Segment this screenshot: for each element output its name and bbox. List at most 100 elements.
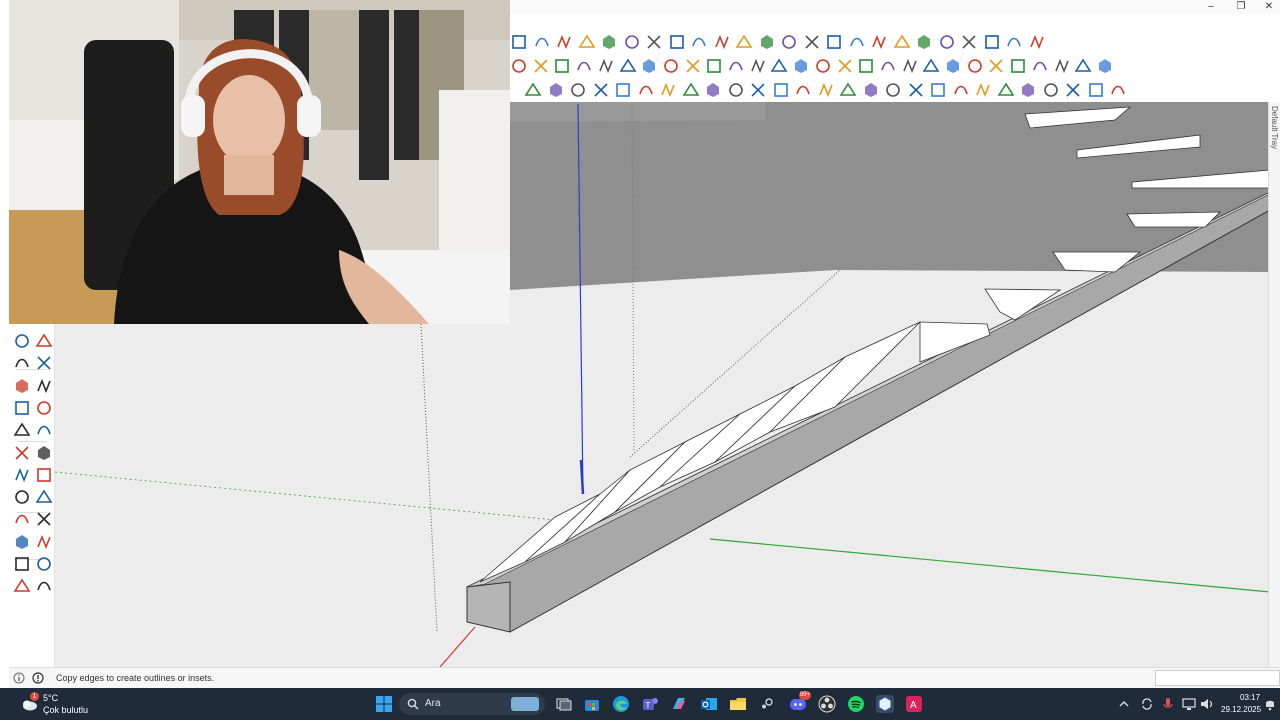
pan-icon[interactable]	[13, 354, 31, 372]
layers-icon[interactable]	[13, 577, 31, 595]
standard-toolbar-tool-icon[interactable]	[938, 33, 956, 51]
sketchup-icon[interactable]	[876, 695, 894, 713]
drawing-toolbar-tool-icon[interactable]	[1009, 57, 1027, 75]
edit-toolbar-tool-icon[interactable]	[592, 81, 610, 99]
scenes-icon[interactable]	[35, 577, 53, 595]
steam-icon[interactable]	[758, 695, 776, 713]
edit-toolbar-tool-icon[interactable]	[547, 81, 565, 99]
standard-toolbar-tool-icon[interactable]	[600, 33, 618, 51]
drawing-toolbar-tool-icon[interactable]	[1031, 57, 1049, 75]
drawing-toolbar-tool-icon[interactable]	[792, 57, 810, 75]
select-rectangle-icon[interactable]	[13, 332, 31, 350]
drawing-toolbar-tool-icon[interactable]	[553, 57, 571, 75]
app-icon[interactable]: A	[905, 695, 923, 713]
edit-toolbar-tool-icon[interactable]	[569, 81, 587, 99]
edit-toolbar-tool-icon[interactable]	[727, 81, 745, 99]
standard-toolbar-tool-icon[interactable]	[735, 33, 753, 51]
standard-toolbar-tool-icon[interactable]	[645, 33, 663, 51]
drawing-toolbar-tool-icon[interactable]	[662, 57, 680, 75]
drawing-toolbar-tool-icon[interactable]	[684, 57, 702, 75]
minimize-icon[interactable]: –	[1196, 0, 1226, 14]
standard-toolbar-tool-icon[interactable]	[578, 33, 596, 51]
standard-toolbar-tool-icon[interactable]	[803, 33, 821, 51]
rotate-icon[interactable]	[35, 444, 53, 462]
standard-toolbar-tool-icon[interactable]	[668, 33, 686, 51]
standard-toolbar-tool-icon[interactable]	[713, 33, 731, 51]
standard-toolbar-tool-icon[interactable]	[870, 33, 888, 51]
copilot-icon[interactable]	[670, 695, 688, 713]
edit-toolbar-tool-icon[interactable]	[614, 81, 632, 99]
standard-toolbar-tool-icon[interactable]	[893, 33, 911, 51]
start-icon[interactable]	[375, 695, 393, 713]
drawing-toolbar-tool-icon[interactable]	[749, 57, 767, 75]
edit-toolbar-tool-icon[interactable]	[884, 81, 902, 99]
zoom-icon[interactable]	[13, 466, 31, 484]
drawing-toolbar-tool-icon[interactable]	[640, 57, 658, 75]
drawing-toolbar-tool-icon[interactable]	[966, 57, 984, 75]
chevron-up-icon[interactable]	[1118, 698, 1130, 710]
teams-icon[interactable]: T	[641, 695, 659, 713]
drawing-toolbar-tool-icon[interactable]	[901, 57, 919, 75]
edit-toolbar-tool-icon[interactable]	[704, 81, 722, 99]
edge-icon[interactable]	[612, 695, 630, 713]
drawing-toolbar-tool-icon[interactable]	[814, 57, 832, 75]
edit-toolbar-tool-icon[interactable]	[772, 81, 790, 99]
edit-toolbar-tool-icon[interactable]	[794, 81, 812, 99]
standard-toolbar-tool-icon[interactable]	[915, 33, 933, 51]
move-icon[interactable]	[13, 444, 31, 462]
edit-toolbar-tool-icon[interactable]	[1087, 81, 1105, 99]
drawing-toolbar-tool-icon[interactable]	[705, 57, 723, 75]
edit-toolbar-tool-icon[interactable]	[817, 81, 835, 99]
drawing-toolbar-tool-icon[interactable]	[510, 57, 528, 75]
paint-icon[interactable]	[13, 377, 31, 395]
drawing-toolbar-tool-icon[interactable]	[1053, 57, 1071, 75]
standard-toolbar-tool-icon[interactable]	[825, 33, 843, 51]
drawing-toolbar-tool-icon[interactable]	[1096, 57, 1114, 75]
network-icon[interactable]	[1182, 697, 1196, 711]
edit-toolbar-tool-icon[interactable]	[1109, 81, 1127, 99]
styles-icon[interactable]	[35, 555, 53, 573]
info-icon[interactable]	[13, 672, 25, 684]
edit-toolbar-tool-icon[interactable]	[929, 81, 947, 99]
obs-icon[interactable]	[818, 695, 836, 713]
drawing-toolbar-tool-icon[interactable]	[922, 57, 940, 75]
edit-toolbar-tool-icon[interactable]	[907, 81, 925, 99]
edit-toolbar-tool-icon[interactable]	[862, 81, 880, 99]
close-icon[interactable]: ✕	[1254, 0, 1280, 14]
standard-toolbar-tool-icon[interactable]	[960, 33, 978, 51]
measurements-box[interactable]	[1155, 670, 1280, 686]
drawing-toolbar-tool-icon[interactable]	[879, 57, 897, 75]
standard-toolbar-tool-icon[interactable]	[983, 33, 1001, 51]
edit-toolbar-tool-icon[interactable]	[997, 81, 1015, 99]
edit-toolbar-tool-icon[interactable]	[1064, 81, 1082, 99]
maximize-icon[interactable]: ❐	[1226, 0, 1256, 14]
drawing-toolbar-tool-icon[interactable]	[987, 57, 1005, 75]
standard-toolbar-tool-icon[interactable]	[758, 33, 776, 51]
orbit-icon[interactable]	[13, 421, 31, 439]
line-icon[interactable]	[13, 399, 31, 417]
drawing-toolbar-tool-icon[interactable]	[770, 57, 788, 75]
edit-toolbar-tool-icon[interactable]	[1019, 81, 1037, 99]
drawing-toolbar-tool-icon[interactable]	[944, 57, 962, 75]
task-view-icon[interactable]	[555, 695, 573, 713]
edit-toolbar-tool-icon[interactable]	[749, 81, 767, 99]
drawing-toolbar-tool-icon[interactable]	[727, 57, 745, 75]
standard-toolbar-tool-icon[interactable]	[848, 33, 866, 51]
eraser-icon[interactable]	[35, 377, 53, 395]
standard-toolbar-tool-icon[interactable]	[780, 33, 798, 51]
spotify-icon[interactable]	[847, 695, 865, 713]
walk-icon[interactable]	[13, 510, 31, 528]
text-icon[interactable]	[35, 399, 53, 417]
drawing-toolbar-tool-icon[interactable]	[857, 57, 875, 75]
edit-toolbar-tool-icon[interactable]	[952, 81, 970, 99]
notification-bell-icon[interactable]	[1264, 697, 1276, 711]
clock-time[interactable]: 03:17	[1240, 693, 1260, 702]
standard-toolbar-tool-icon[interactable]	[533, 33, 551, 51]
zoom-window-icon[interactable]	[35, 466, 53, 484]
file-explorer-icon[interactable]	[729, 695, 747, 713]
mic-icon[interactable]	[1162, 697, 1174, 711]
drawing-toolbar-tool-icon[interactable]	[619, 57, 637, 75]
drawing-toolbar-tool-icon[interactable]	[1074, 57, 1092, 75]
look-around-icon[interactable]	[13, 533, 31, 551]
standard-toolbar-tool-icon[interactable]	[555, 33, 573, 51]
